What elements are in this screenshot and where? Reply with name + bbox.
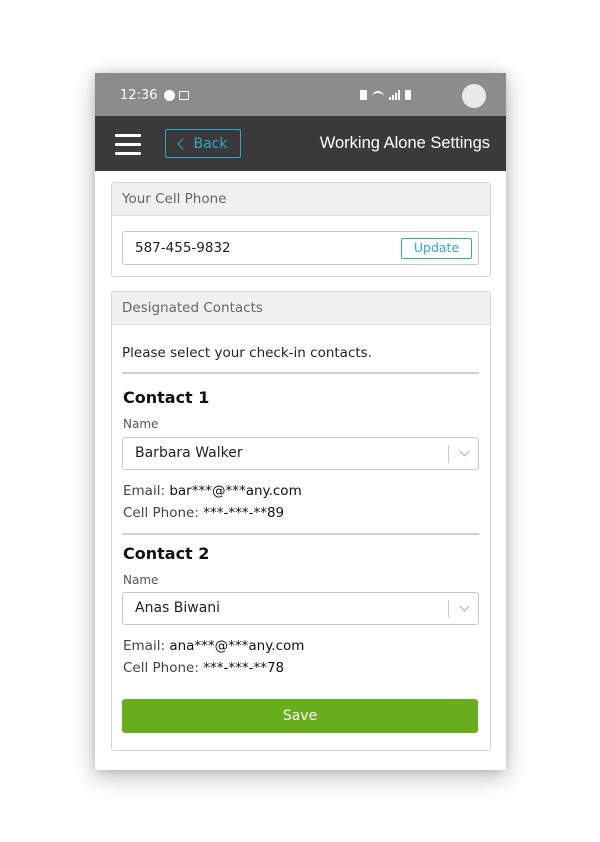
contact-1-email-value: bar***@***any.com bbox=[169, 483, 302, 499]
menu-icon[interactable] bbox=[115, 134, 141, 155]
cell-phone-value: 587-455-9832 bbox=[135, 240, 231, 256]
cell-phone-card-header: Your Cell Phone bbox=[112, 183, 490, 216]
sync-icon bbox=[164, 90, 175, 101]
back-label: Back bbox=[193, 135, 228, 152]
chevron-down-icon bbox=[459, 446, 470, 457]
contact-2-cell: Cell Phone: ***-***-**78 bbox=[123, 660, 284, 676]
status-bar: 12:36 bbox=[95, 73, 506, 116]
select-separator bbox=[448, 600, 449, 618]
email-label: Email: bbox=[123, 483, 166, 499]
status-time: 12:36 bbox=[120, 88, 158, 103]
page-title: Working Alone Settings bbox=[319, 134, 490, 152]
app-bar: Back Working Alone Settings bbox=[95, 116, 506, 171]
contact-2-email-value: ana***@***any.com bbox=[169, 638, 305, 654]
sim-icon bbox=[360, 90, 367, 100]
cell-label: Cell Phone: bbox=[123, 660, 199, 676]
email-label: Email: bbox=[123, 638, 166, 654]
contact-2-name-select[interactable]: Anas Biwani bbox=[122, 592, 479, 625]
update-button[interactable]: Update bbox=[401, 238, 472, 259]
contact-1-cell: Cell Phone: ***-***-**89 bbox=[123, 505, 284, 521]
back-button[interactable]: Back bbox=[165, 129, 241, 158]
cell-phone-field[interactable]: 587-455-9832 Update bbox=[122, 231, 479, 265]
mute-icon bbox=[372, 90, 384, 100]
save-button[interactable]: Save bbox=[122, 699, 478, 733]
select-separator bbox=[448, 445, 449, 463]
contact-1-title: Contact 1 bbox=[123, 388, 210, 407]
chevron-left-icon bbox=[176, 138, 189, 150]
contact-2-cell-value: ***-***-**78 bbox=[203, 660, 285, 676]
image-icon bbox=[179, 91, 189, 100]
chevron-down-icon bbox=[459, 601, 470, 612]
divider bbox=[122, 372, 479, 374]
designated-contacts-card: Designated Contacts Please select your c… bbox=[111, 291, 491, 751]
intro-text: Please select your check-in contacts. bbox=[122, 345, 372, 361]
battery-icon bbox=[405, 90, 411, 100]
signal-icon bbox=[389, 90, 400, 100]
contacts-card-header: Designated Contacts bbox=[112, 292, 490, 325]
cell-label: Cell Phone: bbox=[123, 505, 199, 521]
phone-frame: 12:36 Back Working Alone Settings Your C… bbox=[95, 73, 506, 770]
avatar[interactable] bbox=[462, 84, 486, 108]
contact-2-title: Contact 2 bbox=[123, 544, 210, 563]
contact-1-name-value: Barbara Walker bbox=[135, 445, 243, 461]
contact-1-cell-value: ***-***-**89 bbox=[203, 505, 285, 521]
contact-2-email: Email: ana***@***any.com bbox=[123, 638, 304, 654]
contact-1-email: Email: bar***@***any.com bbox=[123, 483, 302, 499]
cell-phone-card: Your Cell Phone 587-455-9832 Update bbox=[111, 182, 491, 277]
contact-2-name-value: Anas Biwani bbox=[135, 600, 221, 616]
contact-1-name-label: Name bbox=[123, 417, 159, 431]
divider bbox=[122, 533, 479, 535]
status-icons bbox=[360, 89, 411, 101]
contact-2-name-label: Name bbox=[123, 573, 159, 587]
contact-1-name-select[interactable]: Barbara Walker bbox=[122, 437, 479, 470]
